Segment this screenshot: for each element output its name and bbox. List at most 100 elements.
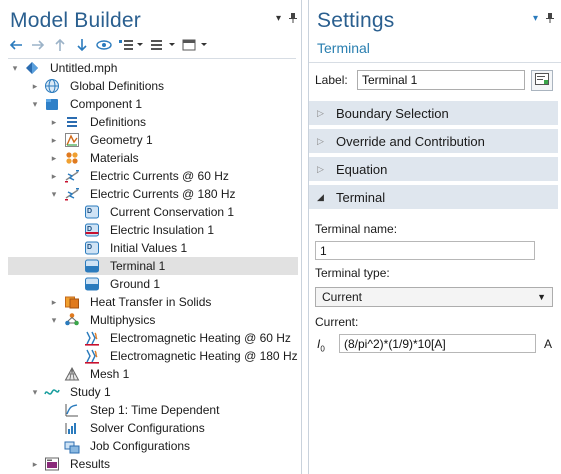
panel-menu-icon[interactable]: ▾ [276, 13, 281, 24]
tree-item-label: Terminal 1 [110, 259, 166, 273]
study-icon [44, 384, 60, 400]
tree-item[interactable]: ▸ Results [8, 455, 298, 473]
tree-item[interactable]: ▸ Electric Currents @ 60 Hz [8, 167, 298, 185]
collapse-arrow-icon[interactable]: ▾ [10, 59, 20, 77]
collapse-arrow-icon[interactable]: ▾ [30, 95, 40, 113]
expand-arrow-icon[interactable]: ▸ [49, 293, 59, 311]
settings-panel: Settings ▾ Terminal Label: ▷ Boundary Se… [308, 0, 561, 474]
section-boundary-selection[interactable]: ▷ Boundary Selection [309, 101, 558, 126]
tree-item-label: Solver Configurations [90, 421, 205, 435]
section-label: Equation [336, 162, 388, 177]
move-up-icon[interactable] [52, 37, 68, 53]
section-equation[interactable]: ▷ Equation [309, 157, 558, 182]
tree-item[interactable]: Step 1: Time Dependent [8, 401, 298, 419]
tree-item[interactable]: ▸ Materials [8, 149, 298, 167]
tree-item[interactable]: D Initial Values 1 [8, 239, 298, 257]
panel-menu-icon[interactable]: ▾ [533, 13, 538, 24]
tree-item[interactable]: ▸ Heat Transfer in Solids [8, 293, 298, 311]
expand-arrow-icon[interactable]: ▸ [49, 167, 59, 185]
model-file-icon [24, 60, 40, 76]
tree-item-label: Mesh 1 [90, 367, 130, 381]
tree-item-label: Step 1: Time Dependent [90, 403, 220, 417]
section-label: Boundary Selection [336, 106, 449, 121]
terminal-icon [84, 258, 100, 274]
pin-icon[interactable] [546, 13, 554, 26]
tree-item-label: Electric Currents @ 60 Hz [90, 169, 229, 183]
time-dependent-icon [64, 402, 80, 418]
expand-arrow-icon[interactable]: ▸ [30, 77, 40, 95]
terminal-type-label: Terminal type: [315, 266, 390, 280]
job-icon [64, 438, 80, 454]
expand-sections-icon[interactable] [118, 37, 144, 53]
pin-icon[interactable] [289, 13, 297, 26]
tree-item[interactable]: Electromagnetic Heating @ 60 Hz [8, 329, 298, 347]
section-override-contribution[interactable]: ▷ Override and Contribution [309, 129, 558, 154]
tree-item-label: Untitled.mph [50, 61, 118, 75]
expand-arrow-icon[interactable]: ▸ [49, 131, 59, 149]
label-input[interactable] [357, 70, 525, 90]
current-expression-input[interactable] [339, 334, 536, 353]
tree-item-label: Multiphysics [90, 313, 156, 327]
model-builder-title: Model Builder [10, 9, 141, 32]
tree-item[interactable]: Ground 1 [8, 275, 298, 293]
expand-arrow-icon[interactable]: ▸ [30, 455, 40, 473]
section-label: Terminal [336, 190, 386, 205]
tree-item-label: Heat Transfer in Solids [90, 295, 212, 309]
section-label: Override and Contribution [336, 134, 485, 149]
tree-item[interactable]: Mesh 1 [8, 365, 298, 383]
em-heating-icon [84, 330, 100, 346]
settings-divider [309, 62, 561, 63]
domain-feature-icon: D [84, 204, 100, 220]
ground-icon [84, 276, 100, 292]
tree-item-label: Component 1 [70, 97, 143, 111]
section-terminal[interactable]: ◢ Terminal [309, 185, 558, 210]
move-down-icon[interactable] [74, 37, 90, 53]
sort-list-icon[interactable] [150, 37, 176, 53]
tree-item-label: Initial Values 1 [110, 241, 188, 255]
label-reset-icon [535, 73, 549, 88]
tree-item-label: Job Configurations [90, 439, 191, 453]
tree-item[interactable]: ▾ Multiphysics [8, 311, 298, 329]
tree-item-label: Electric Currents @ 180 Hz [90, 187, 236, 201]
component-icon [44, 96, 60, 112]
tree-item[interactable]: Electromagnetic Heating @ 180 Hz [8, 347, 298, 365]
tree-item[interactable]: Job Configurations [8, 437, 298, 455]
collapse-arrow-icon[interactable]: ▾ [49, 311, 59, 329]
tree-item[interactable]: ▾ Electric Currents @ 180 Hz [8, 185, 298, 203]
tree-item[interactable]: Terminal 1 [8, 257, 298, 275]
collapse-arrow-icon[interactable]: ▾ [30, 383, 40, 401]
tree-item[interactable]: D Current Conservation 1 [8, 203, 298, 221]
expand-arrow-icon[interactable]: ▸ [49, 149, 59, 167]
tree-item[interactable]: D Electric Insulation 1 [8, 221, 298, 239]
heat-transfer-icon [64, 294, 80, 310]
collapse-arrow-icon[interactable]: ▾ [49, 185, 59, 203]
tree-item[interactable]: Solver Configurations [8, 419, 298, 437]
terminal-name-input[interactable] [315, 241, 535, 260]
tree-item[interactable]: ▾ Study 1 [8, 383, 298, 401]
show-icon[interactable] [96, 37, 112, 53]
boundary-feature-icon: D [84, 222, 100, 238]
back-arrow-icon[interactable] [8, 37, 24, 53]
layout-menu-icon[interactable] [182, 37, 208, 53]
tree-item-label: Study 1 [70, 385, 111, 399]
forward-arrow-icon[interactable] [30, 37, 46, 53]
tree-item[interactable]: ▸ Global Definitions [8, 77, 298, 95]
tree-item-label: Definitions [90, 115, 147, 129]
tree-item-label: Electromagnetic Heating @ 60 Hz [110, 331, 291, 345]
tree-item[interactable]: ▾ Untitled.mph [8, 59, 298, 77]
svg-text:D: D [87, 244, 92, 251]
tree-item[interactable]: ▸ Definitions [8, 113, 298, 131]
expand-arrow-icon[interactable]: ▸ [49, 113, 59, 131]
terminal-name-label: Terminal name: [315, 222, 398, 236]
tree-item-label: Ground 1 [110, 277, 161, 291]
tree-item[interactable]: ▸ Geometry 1 [8, 131, 298, 149]
tree-item[interactable]: ▾ Component 1 [8, 95, 298, 113]
em-heating-icon [84, 348, 100, 364]
geometry-icon [64, 132, 80, 148]
current-symbol: I0 [317, 337, 325, 353]
materials-icon [64, 150, 80, 166]
terminal-type-select[interactable]: Current ▼ [315, 287, 553, 307]
settings-title: Settings [317, 9, 395, 32]
globe-icon [44, 78, 60, 94]
label-reset-button[interactable] [531, 70, 553, 91]
